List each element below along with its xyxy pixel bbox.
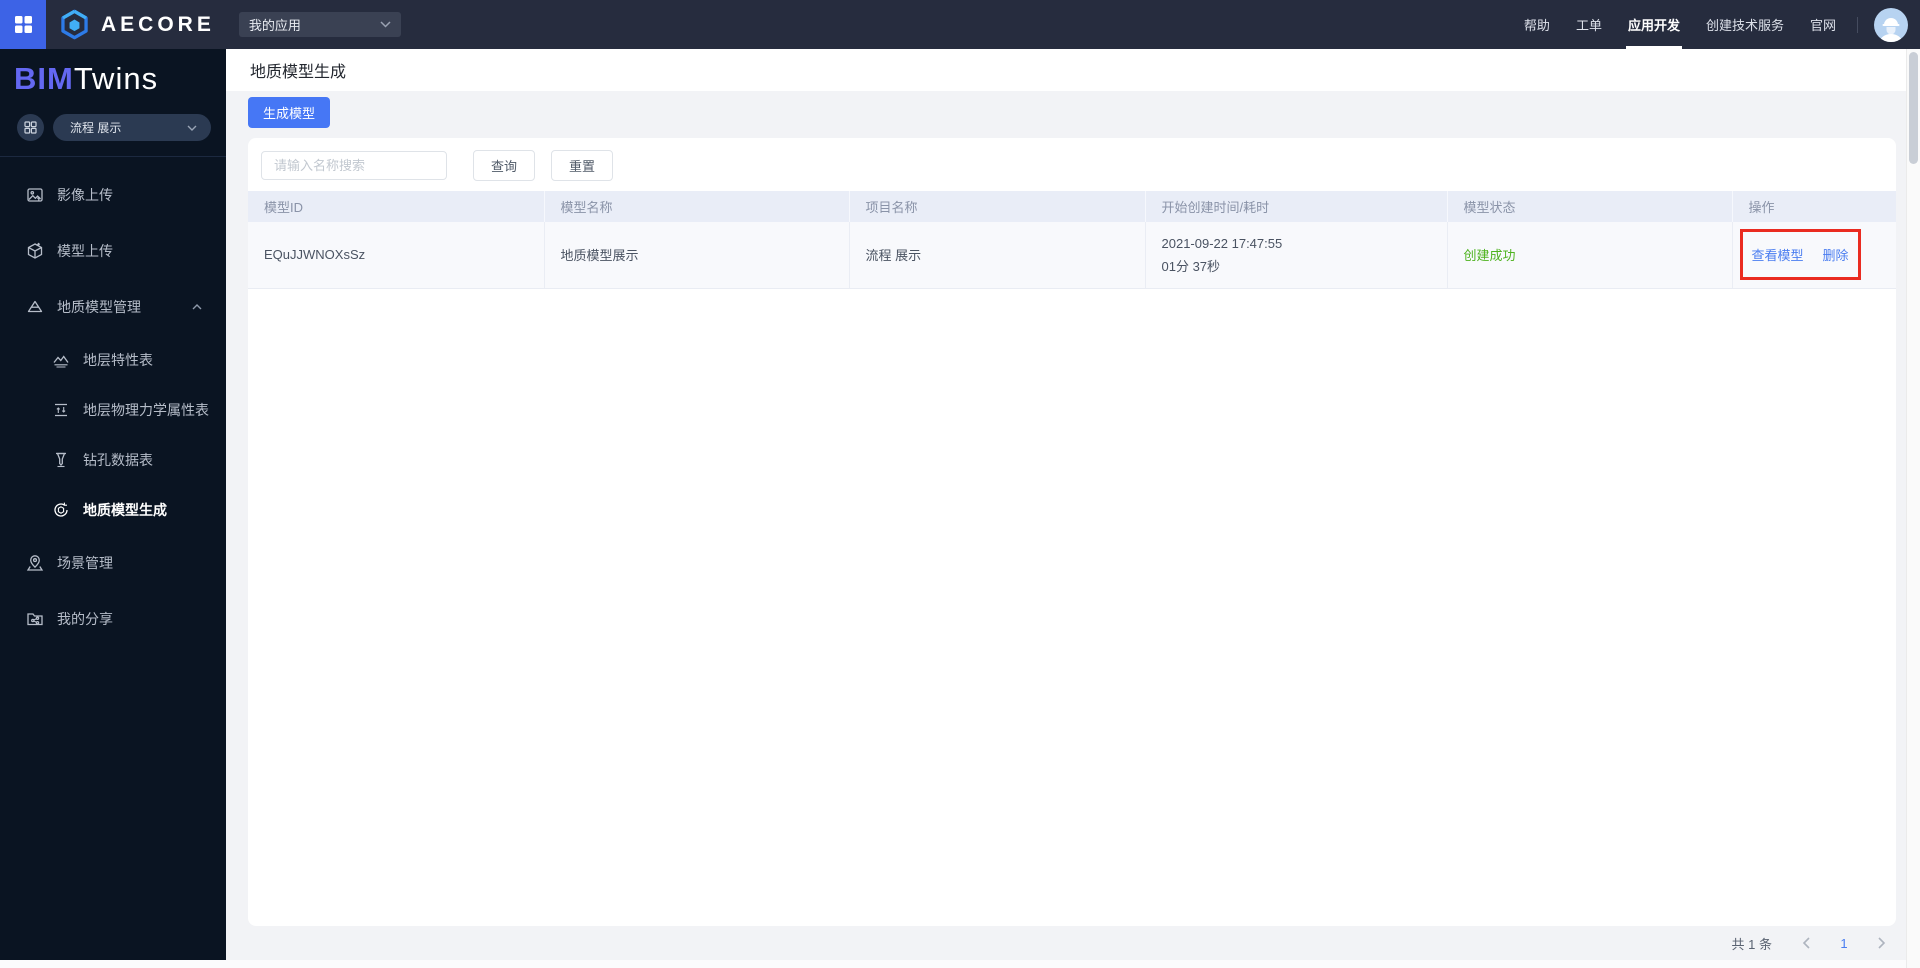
nav-divider — [1857, 16, 1858, 33]
page-number[interactable]: 1 — [1832, 936, 1856, 951]
sidebar-divider — [0, 156, 226, 157]
column-header-status: 模型状态 — [1447, 191, 1733, 222]
annotation-box: 查看模型 删除 — [1739, 229, 1861, 281]
project-select-dropdown[interactable]: 流程 展示 — [53, 114, 211, 141]
project-grid-button[interactable] — [17, 114, 44, 141]
nav-item-tech-service[interactable]: 创建技术服务 — [1706, 0, 1784, 49]
table-header-row: 模型ID 模型名称 项目名称 开始创建时间/耗时 模型状态 操作 — [248, 191, 1896, 222]
vertical-scrollbar[interactable] — [1906, 49, 1920, 968]
prev-page-button[interactable] — [1794, 931, 1818, 955]
drill-icon — [52, 451, 70, 469]
nav-item-official-site[interactable]: 官网 — [1810, 0, 1836, 49]
cell-project-name: 流程 展示 — [849, 222, 1146, 289]
sidebar-item-scene-manage[interactable]: 场景管理 — [0, 535, 226, 591]
column-header-model-id: 模型ID — [248, 191, 545, 222]
chevron-down-icon — [380, 21, 391, 28]
pagination: 共 1 条 1 — [248, 926, 1896, 960]
column-header-model-name: 模型名称 — [544, 191, 850, 222]
reset-button[interactable]: 重置 — [551, 150, 614, 181]
sidebar-menu: 影像上传 模型上传 地质模型管理 地层特性表 地层物理力学属性表 钻孔数据表 地… — [0, 167, 226, 647]
project-switcher-row: 流程 展示 — [17, 114, 211, 141]
cell-start-time: 2021-09-22 17:47:55 01分 37秒 — [1145, 222, 1448, 289]
model-upload-icon — [26, 242, 44, 260]
models-table: 模型ID 模型名称 项目名称 开始创建时间/耗时 模型状态 操作 EQuJJWN… — [248, 191, 1896, 289]
column-header-project-name: 项目名称 — [849, 191, 1146, 222]
cell-status: 创建成功 — [1447, 222, 1733, 289]
duration-value: 01分 37秒 — [1161, 258, 1221, 274]
sidebar-item-image-upload[interactable]: 影像上传 — [0, 167, 226, 223]
top-nav: 帮助 工单 应用开发 创建技术服务 官网 — [1511, 0, 1920, 49]
sidebar-subitem-borehole-data[interactable]: 钻孔数据表 — [0, 435, 226, 485]
sidebar-item-label: 钻孔数据表 — [83, 452, 153, 468]
sidebar-item-label: 地层特性表 — [83, 352, 153, 368]
query-button[interactable]: 查询 — [473, 150, 536, 181]
nav-item-help[interactable]: 帮助 — [1524, 0, 1550, 49]
apps-menu-button[interactable] — [0, 0, 46, 49]
compress-arrows-icon — [52, 401, 70, 419]
sidebar: BIMTwins 流程 展示 影像上传 模型上传 地质模型管理 地层特性表 地层… — [0, 49, 226, 968]
column-header-actions: 操作 — [1732, 191, 1896, 222]
sidebar-item-geo-model-manage[interactable]: 地质模型管理 — [0, 279, 226, 335]
nav-item-tickets[interactable]: 工单 — [1576, 0, 1602, 49]
table-row: EQuJJWNOXsSz 地质模型展示 流程 展示 2021-09-22 17:… — [248, 222, 1896, 289]
sidebar-item-label: 影像上传 — [57, 187, 113, 203]
horizontal-scrollbar[interactable] — [0, 960, 1906, 968]
cell-model-id: EQuJJWNOXsSz — [248, 222, 545, 289]
search-input[interactable] — [261, 151, 447, 180]
apps-grid-icon — [14, 15, 33, 34]
sidebar-item-label: 我的分享 — [57, 611, 113, 627]
project-select-value: 流程 展示 — [70, 121, 122, 135]
status-badge: 创建成功 — [1463, 248, 1516, 264]
sidebar-item-label: 地质模型管理 — [57, 299, 141, 315]
cell-model-name: 地质模型展示 — [544, 222, 850, 289]
app-select-dropdown[interactable]: 我的应用 — [238, 12, 401, 37]
chevron-up-icon — [192, 304, 202, 310]
engineer-avatar-icon — [1876, 14, 1906, 42]
sidebar-subitem-strata-physics[interactable]: 地层物理力学属性表 — [0, 385, 226, 435]
cell-actions: 查看模型 删除 — [1732, 222, 1896, 289]
sidebar-subitem-geo-model-generate[interactable]: 地质模型生成 — [0, 485, 226, 535]
sidebar-subitem-strata-properties[interactable]: 地层特性表 — [0, 335, 226, 385]
chevron-down-icon — [187, 125, 197, 131]
content-card: 查询 重置 模型ID 模型名称 项目名称 开始创建时间/耗时 模型状态 操作 — [248, 138, 1896, 926]
logo-bim: BIM — [14, 61, 74, 96]
scrollbar-thumb[interactable] — [1909, 52, 1918, 164]
map-pin-icon — [26, 554, 44, 572]
logo-twins: Twins — [73, 61, 159, 96]
share-folder-icon — [26, 610, 44, 628]
total-count: 共 1 条 — [1731, 936, 1772, 952]
delete-link[interactable]: 删除 — [1823, 245, 1849, 264]
app-select-value: 我的应用 — [248, 18, 301, 33]
sidebar-item-my-shares[interactable]: 我的分享 — [0, 591, 226, 647]
next-page-button[interactable] — [1870, 931, 1894, 955]
generate-model-icon — [52, 501, 70, 519]
grid-icon — [24, 121, 37, 134]
sidebar-item-label: 地质模型生成 — [83, 502, 167, 518]
sidebar-item-label: 地层物理力学属性表 — [83, 402, 209, 418]
sidebar-item-model-upload[interactable]: 模型上传 — [0, 223, 226, 279]
user-avatar[interactable] — [1874, 7, 1908, 42]
start-time-value: 2021-09-22 17:47:55 — [1161, 235, 1283, 251]
main-content: 生成模型 查询 重置 模型ID 模型名称 项目名称 开始创建时间/耗时 模型状态… — [226, 91, 1906, 960]
mountains-icon — [52, 351, 70, 369]
sidebar-item-label: 模型上传 — [57, 243, 113, 259]
brand-name: AECORE — [101, 12, 215, 36]
page-header: 地质模型生成 — [226, 49, 1920, 91]
product-logo: BIMTwins — [0, 49, 226, 97]
image-upload-icon — [26, 186, 44, 204]
generate-model-button[interactable]: 生成模型 — [248, 97, 330, 128]
sidebar-item-label: 场景管理 — [57, 555, 113, 571]
nav-item-app-dev[interactable]: 应用开发 — [1625, 0, 1682, 49]
topbar: AECORE 我的应用 帮助 工单 应用开发 创建技术服务 官网 — [0, 0, 1920, 49]
aecore-logo-icon — [58, 8, 91, 41]
column-header-start-time: 开始创建时间/耗时 — [1145, 191, 1448, 222]
brand: AECORE — [58, 8, 215, 41]
view-model-link[interactable]: 查看模型 — [1752, 245, 1804, 264]
layers-icon — [26, 298, 44, 316]
filter-row: 查询 重置 — [248, 150, 1896, 181]
page-title: 地质模型生成 — [250, 64, 347, 81]
